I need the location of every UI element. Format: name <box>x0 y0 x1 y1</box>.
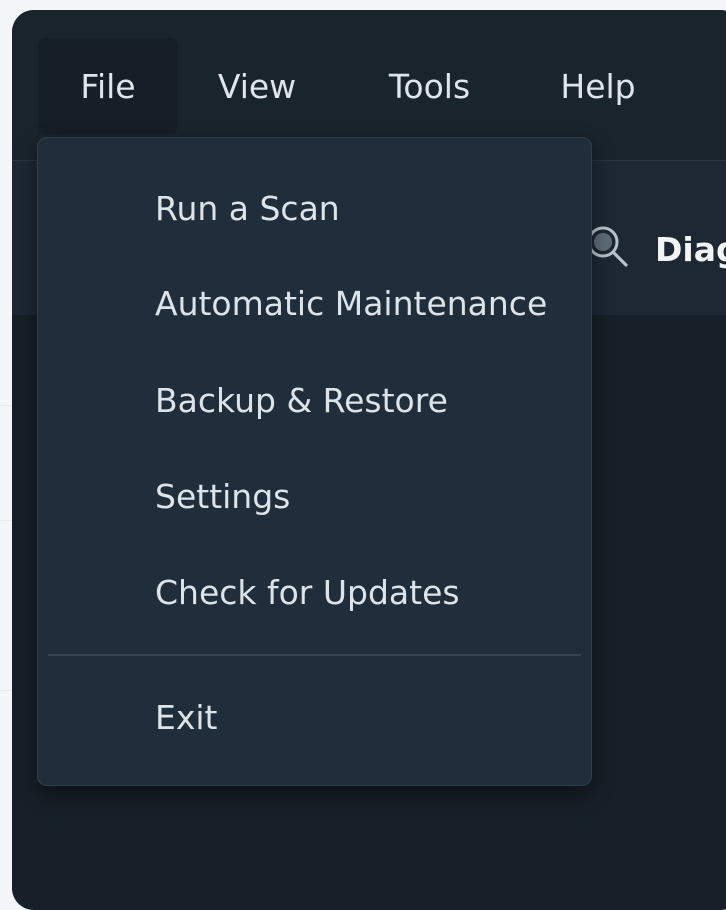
file-menu-dropdown: Run a Scan Automatic Maintenance Backup … <box>37 137 592 786</box>
menu-tools[interactable]: Tools <box>372 38 487 134</box>
menu-separator <box>48 654 581 656</box>
menu-view[interactable]: View <box>202 38 312 134</box>
app-window: File View Tools Help Diag Run a Scan Aut… <box>12 10 726 910</box>
menu-item-automatic-maintenance[interactable]: Automatic Maintenance <box>38 263 591 343</box>
menu-item-backup-restore[interactable]: Backup & Restore <box>38 360 591 440</box>
menu-item-run-scan[interactable]: Run a Scan <box>38 168 591 248</box>
menu-item-check-updates[interactable]: Check for Updates <box>38 552 591 632</box>
toolbar-diagnostics-label[interactable]: Diag <box>655 233 726 266</box>
menu-file[interactable]: File <box>38 38 178 134</box>
menu-item-exit[interactable]: Exit <box>38 677 591 757</box>
menu-item-settings[interactable]: Settings <box>38 456 591 536</box>
menu-help[interactable]: Help <box>544 38 652 134</box>
